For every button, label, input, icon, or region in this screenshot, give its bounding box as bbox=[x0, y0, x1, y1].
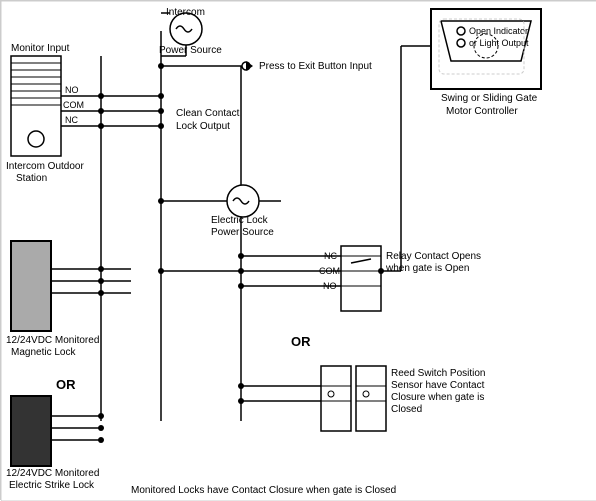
svg-text:Clean Contact: Clean Contact bbox=[176, 108, 240, 119]
svg-text:NC: NC bbox=[65, 115, 78, 125]
svg-text:Intercom: Intercom bbox=[166, 7, 205, 18]
svg-text:Power Source: Power Source bbox=[159, 45, 222, 56]
svg-text:or Light Output: or Light Output bbox=[469, 38, 529, 48]
svg-text:OR: OR bbox=[56, 377, 76, 392]
svg-text:Magnetic Lock: Magnetic Lock bbox=[11, 347, 76, 358]
svg-text:Swing or Sliding Gate: Swing or Sliding Gate bbox=[441, 93, 538, 104]
svg-text:COM: COM bbox=[63, 100, 84, 110]
svg-text:Motor Controller: Motor Controller bbox=[446, 106, 518, 117]
svg-text:Closed: Closed bbox=[391, 404, 422, 415]
svg-text:OR: OR bbox=[291, 334, 311, 349]
svg-text:when gate is Open: when gate is Open bbox=[385, 263, 469, 274]
svg-text:Monitor Input: Monitor Input bbox=[11, 43, 70, 54]
svg-text:12/24VDC Monitored: 12/24VDC Monitored bbox=[6, 468, 99, 479]
wiring-diagram: Monitor Input Intercom Outdoor Station I… bbox=[0, 0, 596, 500]
svg-text:Closure when gate is: Closure when gate is bbox=[391, 392, 484, 403]
svg-text:Power Source: Power Source bbox=[211, 227, 274, 238]
svg-text:Intercom Outdoor: Intercom Outdoor bbox=[6, 161, 84, 172]
svg-text:12/24VDC Monitored: 12/24VDC Monitored bbox=[6, 335, 99, 346]
svg-text:Electric Strike Lock: Electric Strike Lock bbox=[9, 480, 95, 491]
svg-text:Monitored Locks have Contact C: Monitored Locks have Contact Closure whe… bbox=[131, 485, 396, 496]
svg-text:Sensor have Contact: Sensor have Contact bbox=[391, 380, 485, 391]
svg-text:Reed Switch Position: Reed Switch Position bbox=[391, 368, 486, 379]
svg-text:NO: NO bbox=[65, 85, 79, 95]
svg-text:Electric Lock: Electric Lock bbox=[211, 215, 269, 226]
svg-text:Lock Output: Lock Output bbox=[176, 121, 230, 132]
svg-text:Station: Station bbox=[16, 173, 47, 184]
svg-text:Press to Exit Button Input: Press to Exit Button Input bbox=[259, 61, 372, 72]
svg-text:Open Indicator: Open Indicator bbox=[469, 26, 528, 36]
